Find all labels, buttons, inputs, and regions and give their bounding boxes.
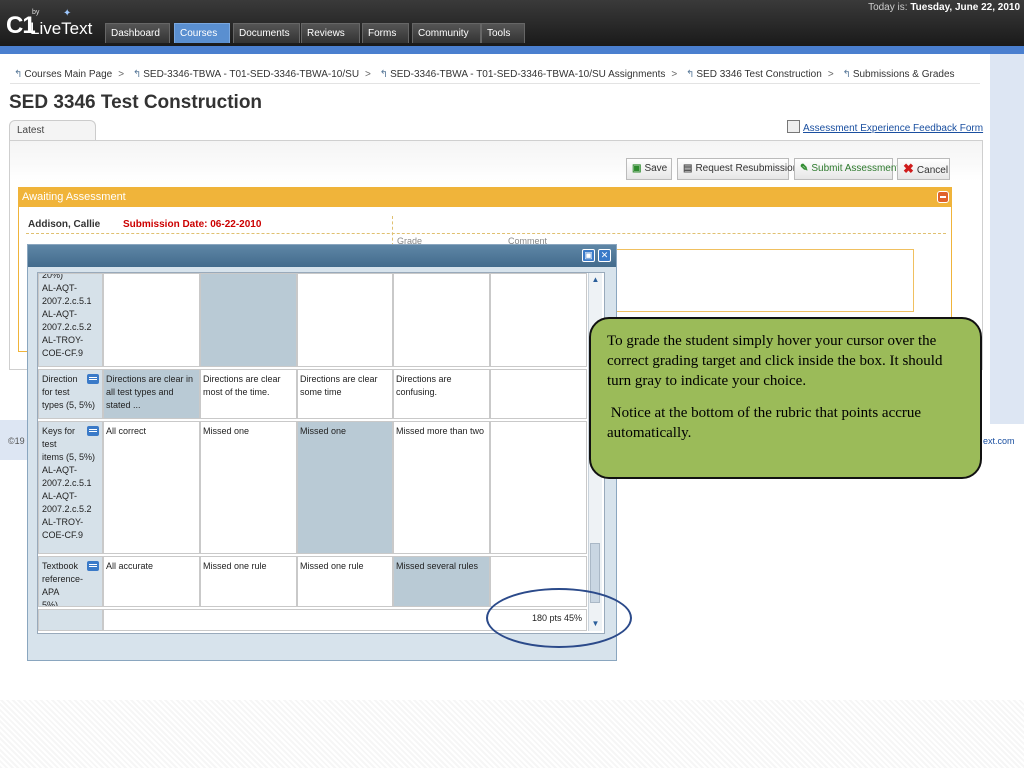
- rubric-cell[interactable]: Missed one rule: [200, 556, 297, 607]
- page-title: SED 3346 Test Construction: [9, 92, 263, 113]
- comment-icon[interactable]: [87, 561, 99, 571]
- rubric-cell-selected[interactable]: Missed one: [297, 421, 393, 554]
- comment-icon[interactable]: [87, 374, 99, 384]
- scroll-up-icon[interactable]: ▲: [589, 273, 602, 287]
- request-resubmission-button[interactable]: ▤ Request Resubmission: [677, 158, 798, 180]
- breadcrumb-submissions[interactable]: Submissions & Grades: [853, 69, 955, 80]
- instruction-callout: To grade the student simply hover your c…: [589, 317, 982, 479]
- student-name: Addison, Callie: [28, 219, 101, 230]
- breadcrumb-icon: ↰: [379, 69, 389, 80]
- nav-tab-tools[interactable]: Tools: [481, 23, 525, 43]
- rubric-cell[interactable]: Directions are clear most of the time.: [200, 369, 297, 419]
- today-label: Today is:: [868, 2, 908, 13]
- footer-link[interactable]: ext.com: [983, 436, 1015, 446]
- rubric-cell[interactable]: Missed one rule: [297, 556, 393, 607]
- comment-icon[interactable]: [87, 426, 99, 436]
- rubric-row-label: Direction for test types (5, 5%): [38, 369, 103, 419]
- rubric-row-label-text: 20%) AL-AQT- 2007.2.c.5.1 AL-AQT- 2007.2…: [42, 273, 92, 358]
- request-label: Request Resubmission: [695, 163, 799, 174]
- rubric-cell[interactable]: [103, 273, 200, 367]
- rubric-cell[interactable]: All correct: [103, 421, 200, 554]
- popup-title-bar[interactable]: ▣ ✕: [28, 245, 616, 267]
- rubric-cell-selected[interactable]: [200, 273, 297, 367]
- breadcrumb-icon: ↰: [685, 69, 695, 80]
- today-value: Tuesday, June 22, 2010: [910, 2, 1020, 13]
- breadcrumb-courses[interactable]: Courses Main Page: [24, 69, 112, 80]
- collapse-icon[interactable]: [937, 191, 949, 203]
- rubric-row-label: 20%) AL-AQT- 2007.2.c.5.1 AL-AQT- 2007.2…: [38, 273, 103, 367]
- rubric-table: 20%) AL-AQT- 2007.2.c.5.1 AL-AQT- 2007.2…: [37, 272, 605, 634]
- top-bar: C1 by ✦ LiveText Dashboard Courses Docum…: [0, 0, 1024, 46]
- nav-tab-dashboard[interactable]: Dashboard: [105, 23, 170, 43]
- submission-date: Submission Date: 06-22-2010: [123, 219, 262, 230]
- rubric-row-label-text: Keys for test items (5, 5%) AL-AQT- 2007…: [42, 426, 96, 540]
- feedback-form-icon: [787, 120, 800, 133]
- awaiting-title: Awaiting Assessment: [22, 191, 126, 203]
- divider: [26, 233, 946, 234]
- rubric-total-label: [38, 609, 103, 631]
- divider: [392, 216, 393, 246]
- callout-paragraph-1: To grade the student simply hover your c…: [607, 333, 943, 389]
- submit-assessment-button[interactable]: ✎ Submit Assessment: [794, 158, 899, 180]
- logo-by: by: [32, 9, 40, 16]
- rubric-cell[interactable]: [393, 273, 490, 367]
- rubric-cell[interactable]: Missed one: [200, 421, 297, 554]
- rubric-row-label: Textbook reference-APA 5%): [38, 556, 103, 607]
- comment-textarea[interactable]: [612, 249, 914, 312]
- breadcrumb: ↰ Courses Main Page > ↰ SED-3346-TBWA - T01…: [14, 69, 955, 80]
- breadcrumb-assignment[interactable]: SED 3346 Test Construction: [696, 69, 821, 80]
- nav-tab-forms[interactable]: Forms: [362, 23, 409, 43]
- rubric-cell[interactable]: [297, 273, 393, 367]
- cancel-button[interactable]: ✖ Cancel: [897, 158, 950, 180]
- logo-text: LiveText: [30, 19, 93, 38]
- popup-restore-icon[interactable]: ▣: [582, 249, 595, 262]
- save-button[interactable]: ▣ Save: [626, 158, 672, 180]
- tab-latest-submission[interactable]: Latest Submission: [9, 120, 96, 156]
- awaiting-assessment-header: Awaiting Assessment: [18, 187, 952, 207]
- breadcrumb-icon: ↰: [842, 69, 851, 80]
- nav-tab-reviews[interactable]: Reviews: [301, 23, 360, 43]
- copyright-text: ©19: [8, 436, 25, 446]
- right-gutter: [990, 54, 1024, 424]
- breadcrumb-icon: ↰: [132, 69, 142, 80]
- cancel-label: Cancel: [916, 165, 949, 176]
- rubric-cell-selected[interactable]: Directions are clear in all test types a…: [103, 369, 200, 419]
- breadcrumb-course[interactable]: SED-3346-TBWA - T01-SED-3346-TBWA-10/SU: [143, 69, 359, 80]
- cancel-icon: ✖: [903, 161, 914, 176]
- save-label: Save: [644, 163, 668, 174]
- page-bottom-band: [0, 700, 1024, 768]
- total-highlight-oval: [486, 588, 632, 648]
- blue-divider: [0, 46, 1024, 54]
- nav-tab-community[interactable]: Community: [412, 23, 481, 43]
- request-icon: ▤: [683, 163, 693, 174]
- submit-label: Submit Assessment: [811, 163, 900, 174]
- callout-paragraph-2: Notice at the bottom of the rubric that …: [607, 405, 929, 441]
- submit-icon: ✎: [800, 163, 809, 174]
- feedback-form-label: Assessment Experience Feedback Form: [803, 123, 984, 134]
- breadcrumb-divider: [10, 83, 980, 84]
- rubric-cell[interactable]: All accurate: [103, 556, 200, 607]
- rubric-cell[interactable]: [490, 273, 587, 367]
- breadcrumb-assignments[interactable]: SED-3346-TBWA - T01-SED-3346-TBWA-10/SU …: [390, 69, 665, 80]
- feedback-form-link[interactable]: Assessment Experience Feedback Form: [787, 120, 983, 134]
- today-date: Today is: Tuesday, June 22, 2010: [868, 2, 1020, 13]
- rubric-cell[interactable]: [490, 369, 587, 419]
- rubric-cell[interactable]: Directions are confusing.: [393, 369, 490, 419]
- breadcrumb-icon: ↰: [14, 69, 23, 80]
- popup-close-icon[interactable]: ✕: [598, 249, 611, 262]
- livetext-logo[interactable]: C1 by ✦ LiveText: [4, 6, 94, 40]
- rubric-cell[interactable]: [490, 421, 587, 554]
- nav-tab-courses[interactable]: Courses: [174, 23, 230, 43]
- save-icon: ▣: [632, 163, 642, 174]
- logo-mark-icon: ✦: [63, 8, 72, 19]
- rubric-cell[interactable]: Directions are clear some time: [297, 369, 393, 419]
- rubric-row-label: Keys for test items (5, 5%) AL-AQT- 2007…: [38, 421, 103, 554]
- nav-tab-documents[interactable]: Documents: [233, 23, 300, 43]
- rubric-cell[interactable]: Missed more than two: [393, 421, 490, 554]
- rubric-cell-selected[interactable]: Missed several rules: [393, 556, 490, 607]
